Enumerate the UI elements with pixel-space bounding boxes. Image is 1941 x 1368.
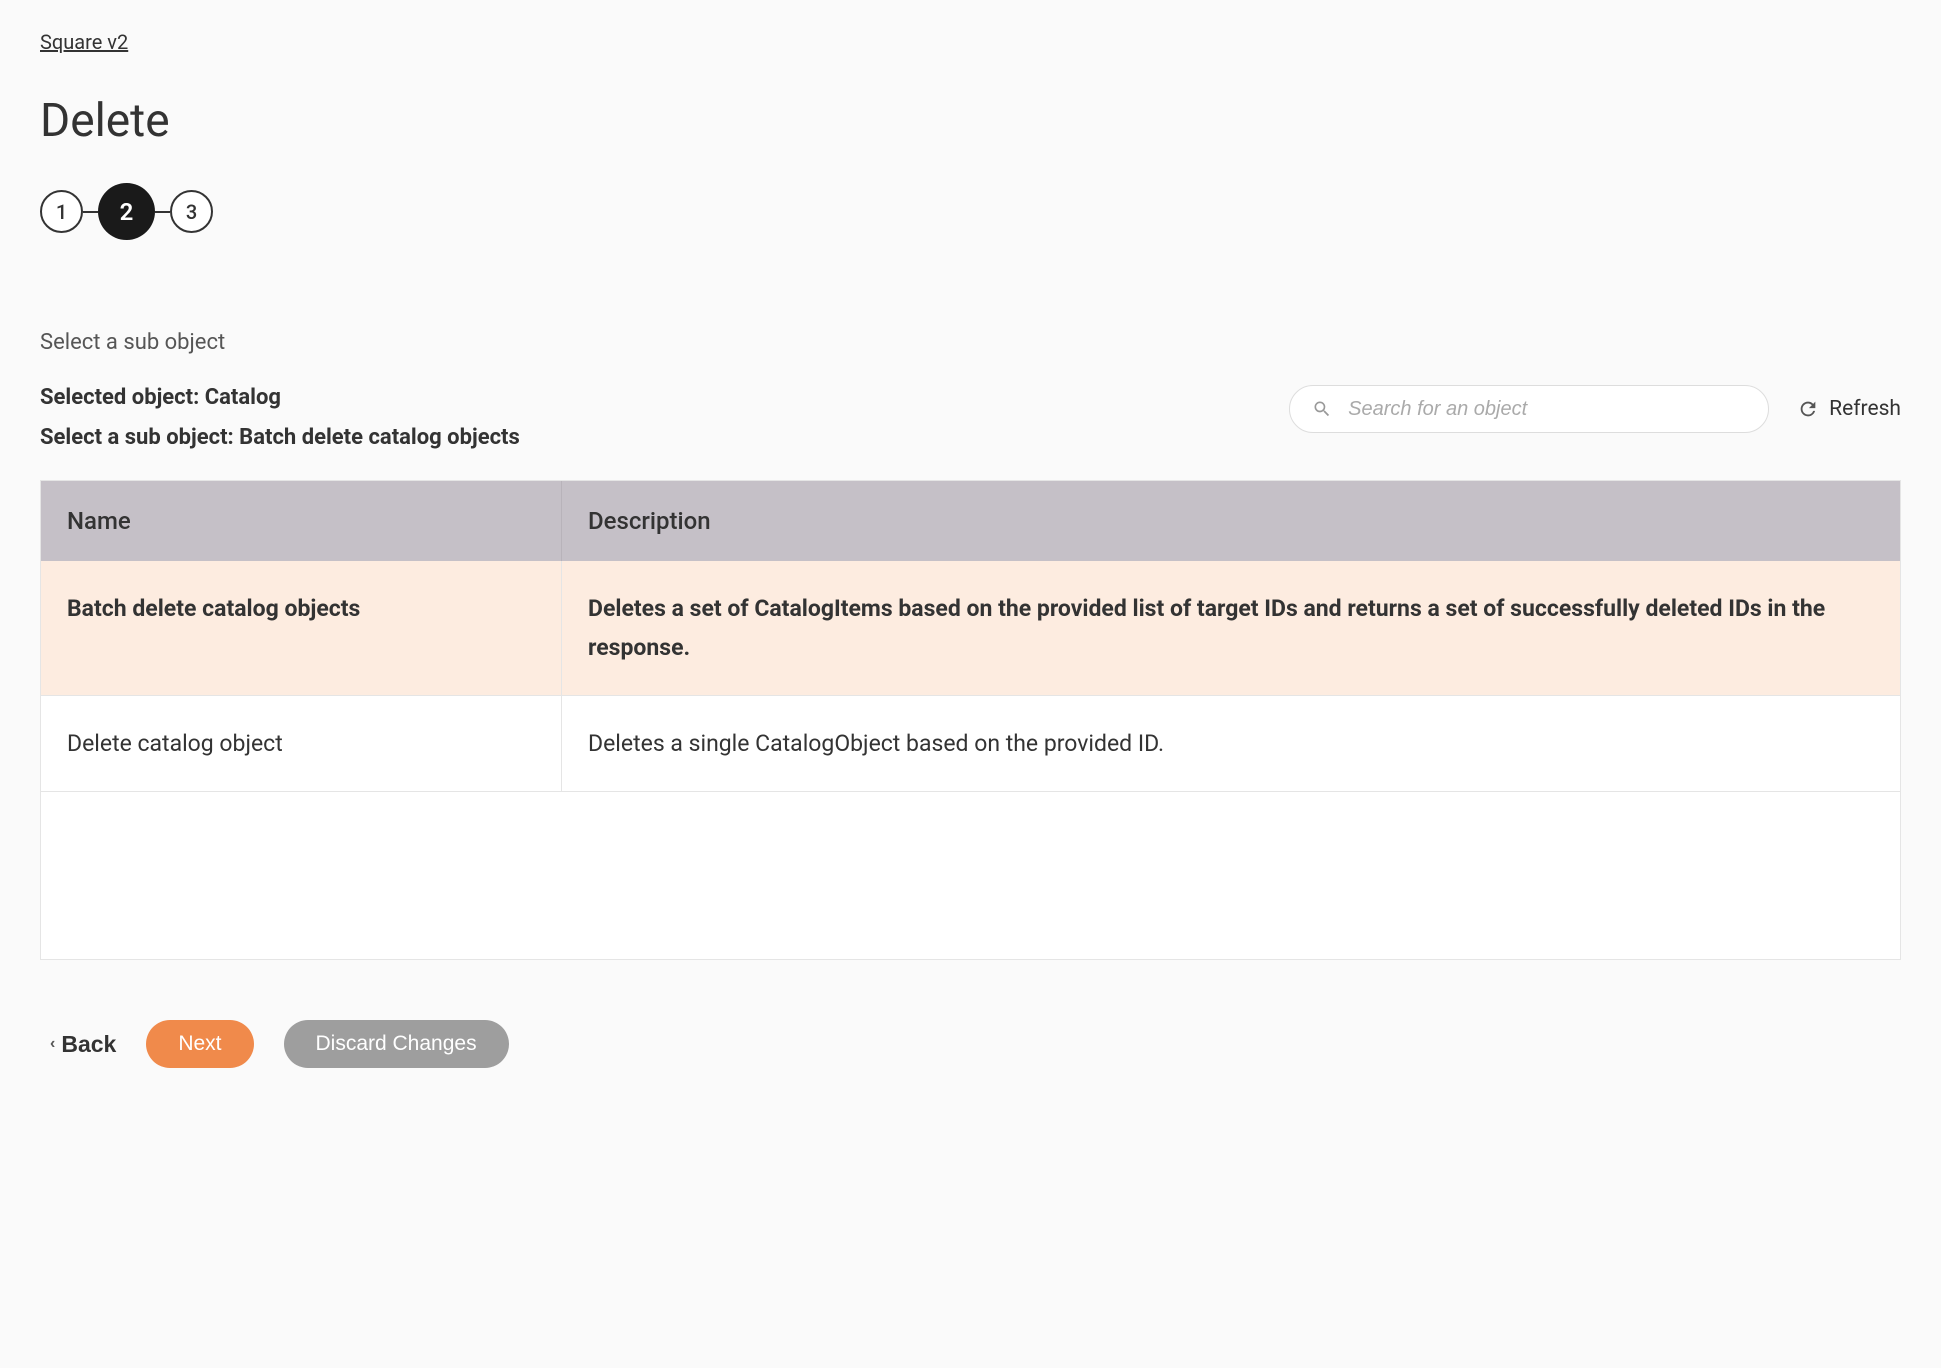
step-connector (83, 211, 98, 213)
next-button[interactable]: Next (146, 1020, 253, 1068)
stepper: 1 2 3 (40, 183, 1901, 240)
breadcrumb-link[interactable]: Square v2 (40, 30, 128, 54)
table-row[interactable]: Batch delete catalog objects Deletes a s… (41, 561, 1900, 696)
discard-button[interactable]: Discard Changes (284, 1020, 509, 1068)
search-icon (1312, 399, 1332, 419)
table-cell-description: Deletes a single CatalogObject based on … (562, 696, 1900, 792)
chevron-left-icon: ‹ (50, 1035, 55, 1053)
table-header-name: Name (41, 481, 562, 561)
step-connector (155, 211, 170, 213)
section-label: Select a sub object (40, 330, 1901, 355)
page-title: Delete (40, 94, 1901, 148)
search-input[interactable] (1348, 398, 1746, 421)
refresh-button[interactable]: Refresh (1797, 397, 1901, 421)
footer-buttons: ‹ Back Next Discard Changes (40, 1020, 1901, 1068)
back-button[interactable]: ‹ Back (50, 1031, 116, 1058)
refresh-label: Refresh (1829, 397, 1901, 421)
sub-object-table: Name Description Batch delete catalog ob… (40, 480, 1901, 960)
search-box[interactable] (1289, 385, 1769, 433)
refresh-icon (1797, 398, 1819, 420)
table-row[interactable]: Delete catalog object Deletes a single C… (41, 696, 1900, 792)
step-1[interactable]: 1 (40, 190, 83, 233)
table-header-description: Description (562, 481, 1900, 561)
table-cell-name: Delete catalog object (41, 696, 562, 792)
step-3[interactable]: 3 (170, 190, 213, 233)
table-cell-description: Deletes a set of CatalogItems based on t… (562, 561, 1900, 696)
selected-object-label: Selected object: Catalog (40, 385, 520, 410)
step-2[interactable]: 2 (98, 183, 155, 240)
back-label: Back (61, 1031, 116, 1058)
table-cell-name: Batch delete catalog objects (41, 561, 562, 696)
select-sub-object-label: Select a sub object: Batch delete catalo… (40, 425, 520, 450)
